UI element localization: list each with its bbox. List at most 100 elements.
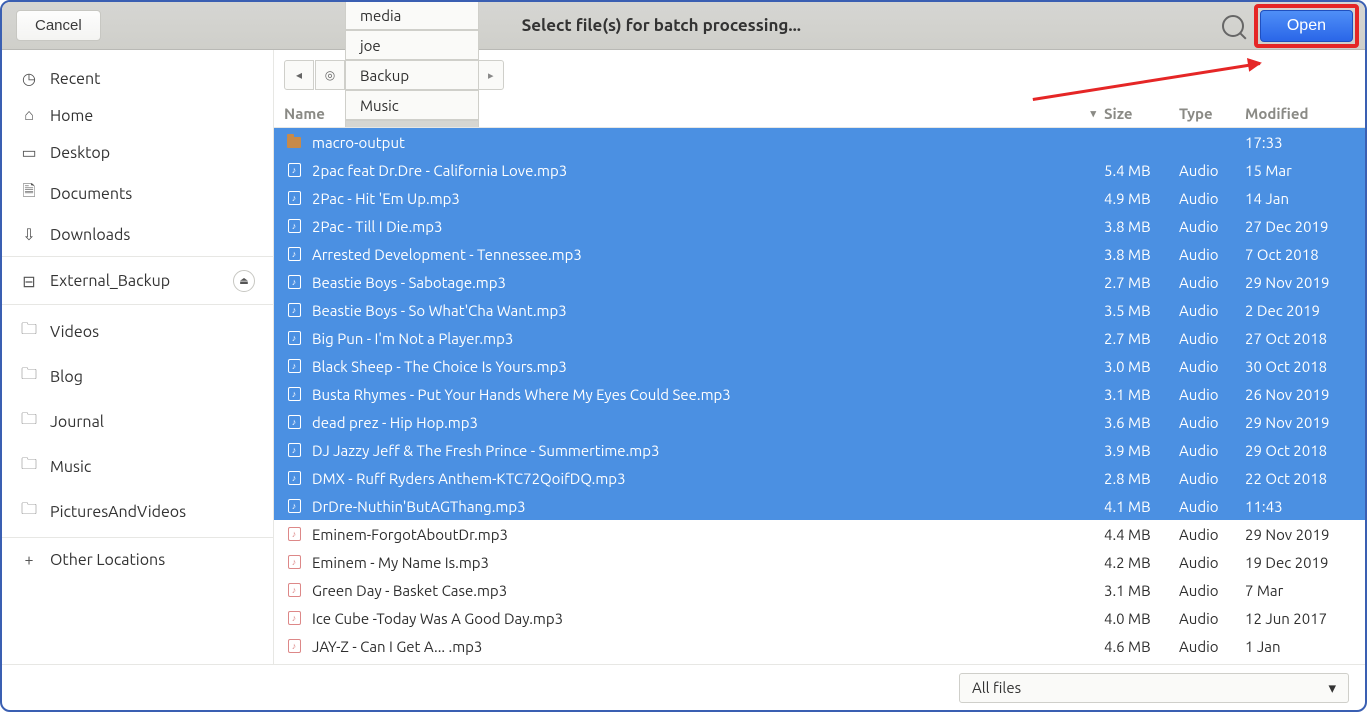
- sidebar-item-blog[interactable]: 🗀 Blog: [2, 354, 273, 399]
- sidebar-item-recent[interactable]: ◷Recent: [2, 60, 273, 97]
- sidebar-item-picturesandvideos[interactable]: 🗀PicturesAndVideos: [2, 489, 273, 538]
- sidebar-item-videos[interactable]: 🗀Videos: [2, 309, 273, 354]
- file-name: 2pac feat Dr.Dre - California Love.mp3: [312, 162, 1104, 179]
- search-icon[interactable]: [1222, 15, 1244, 37]
- folder-icon: 🗀: [20, 318, 38, 345]
- sidebar-item-documents[interactable]: 🗎Documents: [2, 171, 273, 216]
- file-row[interactable]: Eminem - My Name Is.mp34.2 MBAudio19 Dec…: [274, 548, 1365, 576]
- plus-icon: +: [20, 551, 38, 569]
- file-type: Audio: [1179, 162, 1245, 179]
- path-root-button[interactable]: ◎: [315, 60, 345, 90]
- file-row[interactable]: Big Pun - I'm Not a Player.mp32.7 MBAudi…: [274, 324, 1365, 352]
- column-headers: Name ▾ Size Type Modified: [274, 100, 1365, 128]
- audio-file-icon: [284, 443, 304, 457]
- file-size: 4.6 MB: [1104, 638, 1179, 655]
- file-row[interactable]: Arrested Development - Tennessee.mp33.8 …: [274, 240, 1365, 268]
- folder-icon: 🗀: [20, 363, 38, 390]
- breadcrumb-segment[interactable]: Backup: [345, 60, 479, 90]
- file-name: Eminem-ForgotAboutDr.mp3: [312, 526, 1104, 543]
- file-row[interactable]: Busta Rhymes - Put Your Hands Where My E…: [274, 380, 1365, 408]
- file-type: Audio: [1179, 218, 1245, 235]
- sidebar-item-music[interactable]: 🗀Music: [2, 444, 273, 489]
- file-type: Audio: [1179, 442, 1245, 459]
- file-name: 2Pac - Till I Die.mp3: [312, 218, 1104, 235]
- path-back-button[interactable]: ◂: [284, 60, 314, 90]
- column-header-type[interactable]: Type: [1179, 105, 1245, 122]
- sidebar-item-label: Blog: [50, 368, 83, 386]
- column-header-modified[interactable]: Modified: [1245, 105, 1365, 122]
- sidebar-item-label: Downloads: [50, 226, 130, 244]
- file-type: Audio: [1179, 190, 1245, 207]
- file-row[interactable]: JAY-Z - Can I Get A... .mp34.6 MBAudio1 …: [274, 632, 1365, 660]
- audio-file-icon: [284, 163, 304, 177]
- audio-file-icon: [284, 247, 304, 261]
- audio-file-icon: [284, 499, 304, 513]
- footer-bar: All files ▾: [2, 665, 1365, 710]
- file-row[interactable]: Beastie Boys - So What'Cha Want.mp33.5 M…: [274, 296, 1365, 324]
- file-type: Audio: [1179, 246, 1245, 263]
- breadcrumb-segment[interactable]: joe: [345, 30, 479, 60]
- sidebar-item-journal[interactable]: 🗀Journal: [2, 399, 273, 444]
- audio-file-icon: [284, 611, 304, 625]
- eject-icon[interactable]: ⏏: [233, 270, 255, 292]
- file-modified: 29 Nov 2019: [1245, 526, 1365, 543]
- file-type: Audio: [1179, 582, 1245, 599]
- file-row[interactable]: DrDre-Nuthin'ButAGThang.mp34.1 MBAudio11…: [274, 492, 1365, 520]
- file-name: DMX - Ruff Ryders Anthem-KTC72QoifDQ.mp3: [312, 470, 1104, 487]
- file-list[interactable]: macro-output17:332pac feat Dr.Dre - Cali…: [274, 128, 1365, 664]
- file-modified: 2 Dec 2019: [1245, 302, 1365, 319]
- file-name: DJ Jazzy Jeff & The Fresh Prince - Summe…: [312, 442, 1104, 459]
- back-icon: ◂: [296, 68, 302, 82]
- sidebar-item-other locations[interactable]: +Other Locations: [2, 542, 273, 578]
- sidebar-item-label: PicturesAndVideos: [50, 503, 186, 521]
- sidebar-item-home[interactable]: ⌂Home: [2, 97, 273, 134]
- file-row[interactable]: DJ Jazzy Jeff & The Fresh Prince - Summe…: [274, 436, 1365, 464]
- file-chooser-window: Cancel Select file(s) for batch processi…: [0, 0, 1367, 712]
- audio-file-icon: [284, 555, 304, 569]
- file-row[interactable]: 2Pac - Till I Die.mp33.8 MBAudio27 Dec 2…: [274, 212, 1365, 240]
- file-row[interactable]: Green Day - Basket Case.mp33.1 MBAudio7 …: [274, 576, 1365, 604]
- file-row[interactable]: Ice Cube -Today Was A Good Day.mp34.0 MB…: [274, 604, 1365, 632]
- open-button[interactable]: Open: [1260, 10, 1353, 42]
- file-size: 3.6 MB: [1104, 414, 1179, 431]
- sidebar-item-label: Desktop: [50, 144, 110, 162]
- sidebar-item-downloads[interactable]: ⇩ Downloads: [2, 216, 273, 257]
- file-name: Green Day - Basket Case.mp3: [312, 582, 1104, 599]
- file-size: 3.1 MB: [1104, 386, 1179, 403]
- sidebar-item-label: Music: [50, 458, 91, 476]
- file-modified: 15 Mar: [1245, 162, 1365, 179]
- file-row[interactable]: Beastie Boys - Sabotage.mp32.7 MBAudio29…: [274, 268, 1365, 296]
- file-type-filter-label: All files: [972, 679, 1021, 696]
- file-name: Busta Rhymes - Put Your Hands Where My E…: [312, 386, 1104, 403]
- dropdown-icon: ▾: [1328, 679, 1336, 697]
- column-header-size[interactable]: Size: [1104, 105, 1179, 122]
- sidebar-item-external_backup[interactable]: ⊟External_Backup⏏: [2, 261, 273, 305]
- cancel-button[interactable]: Cancel: [16, 10, 101, 41]
- file-name: Beastie Boys - So What'Cha Want.mp3: [312, 302, 1104, 319]
- sidebar-item-desktop[interactable]: ▭Desktop: [2, 134, 273, 171]
- path-forward-button[interactable]: ▸: [478, 60, 504, 90]
- file-row[interactable]: 2Pac - Hit 'Em Up.mp34.9 MBAudio14 Jan: [274, 184, 1365, 212]
- dialog-title: Select file(s) for batch processing...: [101, 16, 1222, 35]
- file-type: Audio: [1179, 554, 1245, 571]
- file-row[interactable]: macro-output17:33: [274, 128, 1365, 156]
- places-sidebar: ◷Recent⌂Home▭Desktop🗎Documents ⇩ Downloads…: [2, 50, 274, 664]
- column-header-name[interactable]: Name: [284, 105, 1090, 122]
- downloads-icon: ⇩: [20, 225, 38, 244]
- file-type: Audio: [1179, 414, 1245, 431]
- file-type-filter[interactable]: All files ▾: [959, 673, 1349, 703]
- file-type: Audio: [1179, 470, 1245, 487]
- file-size: 5.4 MB: [1104, 162, 1179, 179]
- file-modified: 19 Dec 2019: [1245, 554, 1365, 571]
- file-row[interactable]: dead prez - Hip Hop.mp33.6 MBAudio29 Nov…: [274, 408, 1365, 436]
- file-row[interactable]: 2pac feat Dr.Dre - California Love.mp35.…: [274, 156, 1365, 184]
- file-type: Audio: [1179, 498, 1245, 515]
- breadcrumb-segment[interactable]: media: [345, 0, 479, 30]
- file-row[interactable]: Eminem-ForgotAboutDr.mp34.4 MBAudio29 No…: [274, 520, 1365, 548]
- file-modified: 7 Oct 2018: [1245, 246, 1365, 263]
- file-row[interactable]: DMX - Ruff Ryders Anthem-KTC72QoifDQ.mp3…: [274, 464, 1365, 492]
- file-row[interactable]: Black Sheep - The Choice Is Yours.mp33.0…: [274, 352, 1365, 380]
- annotation-open-highlight: Open: [1254, 4, 1359, 48]
- audio-file-icon: [284, 415, 304, 429]
- file-size: 3.8 MB: [1104, 218, 1179, 235]
